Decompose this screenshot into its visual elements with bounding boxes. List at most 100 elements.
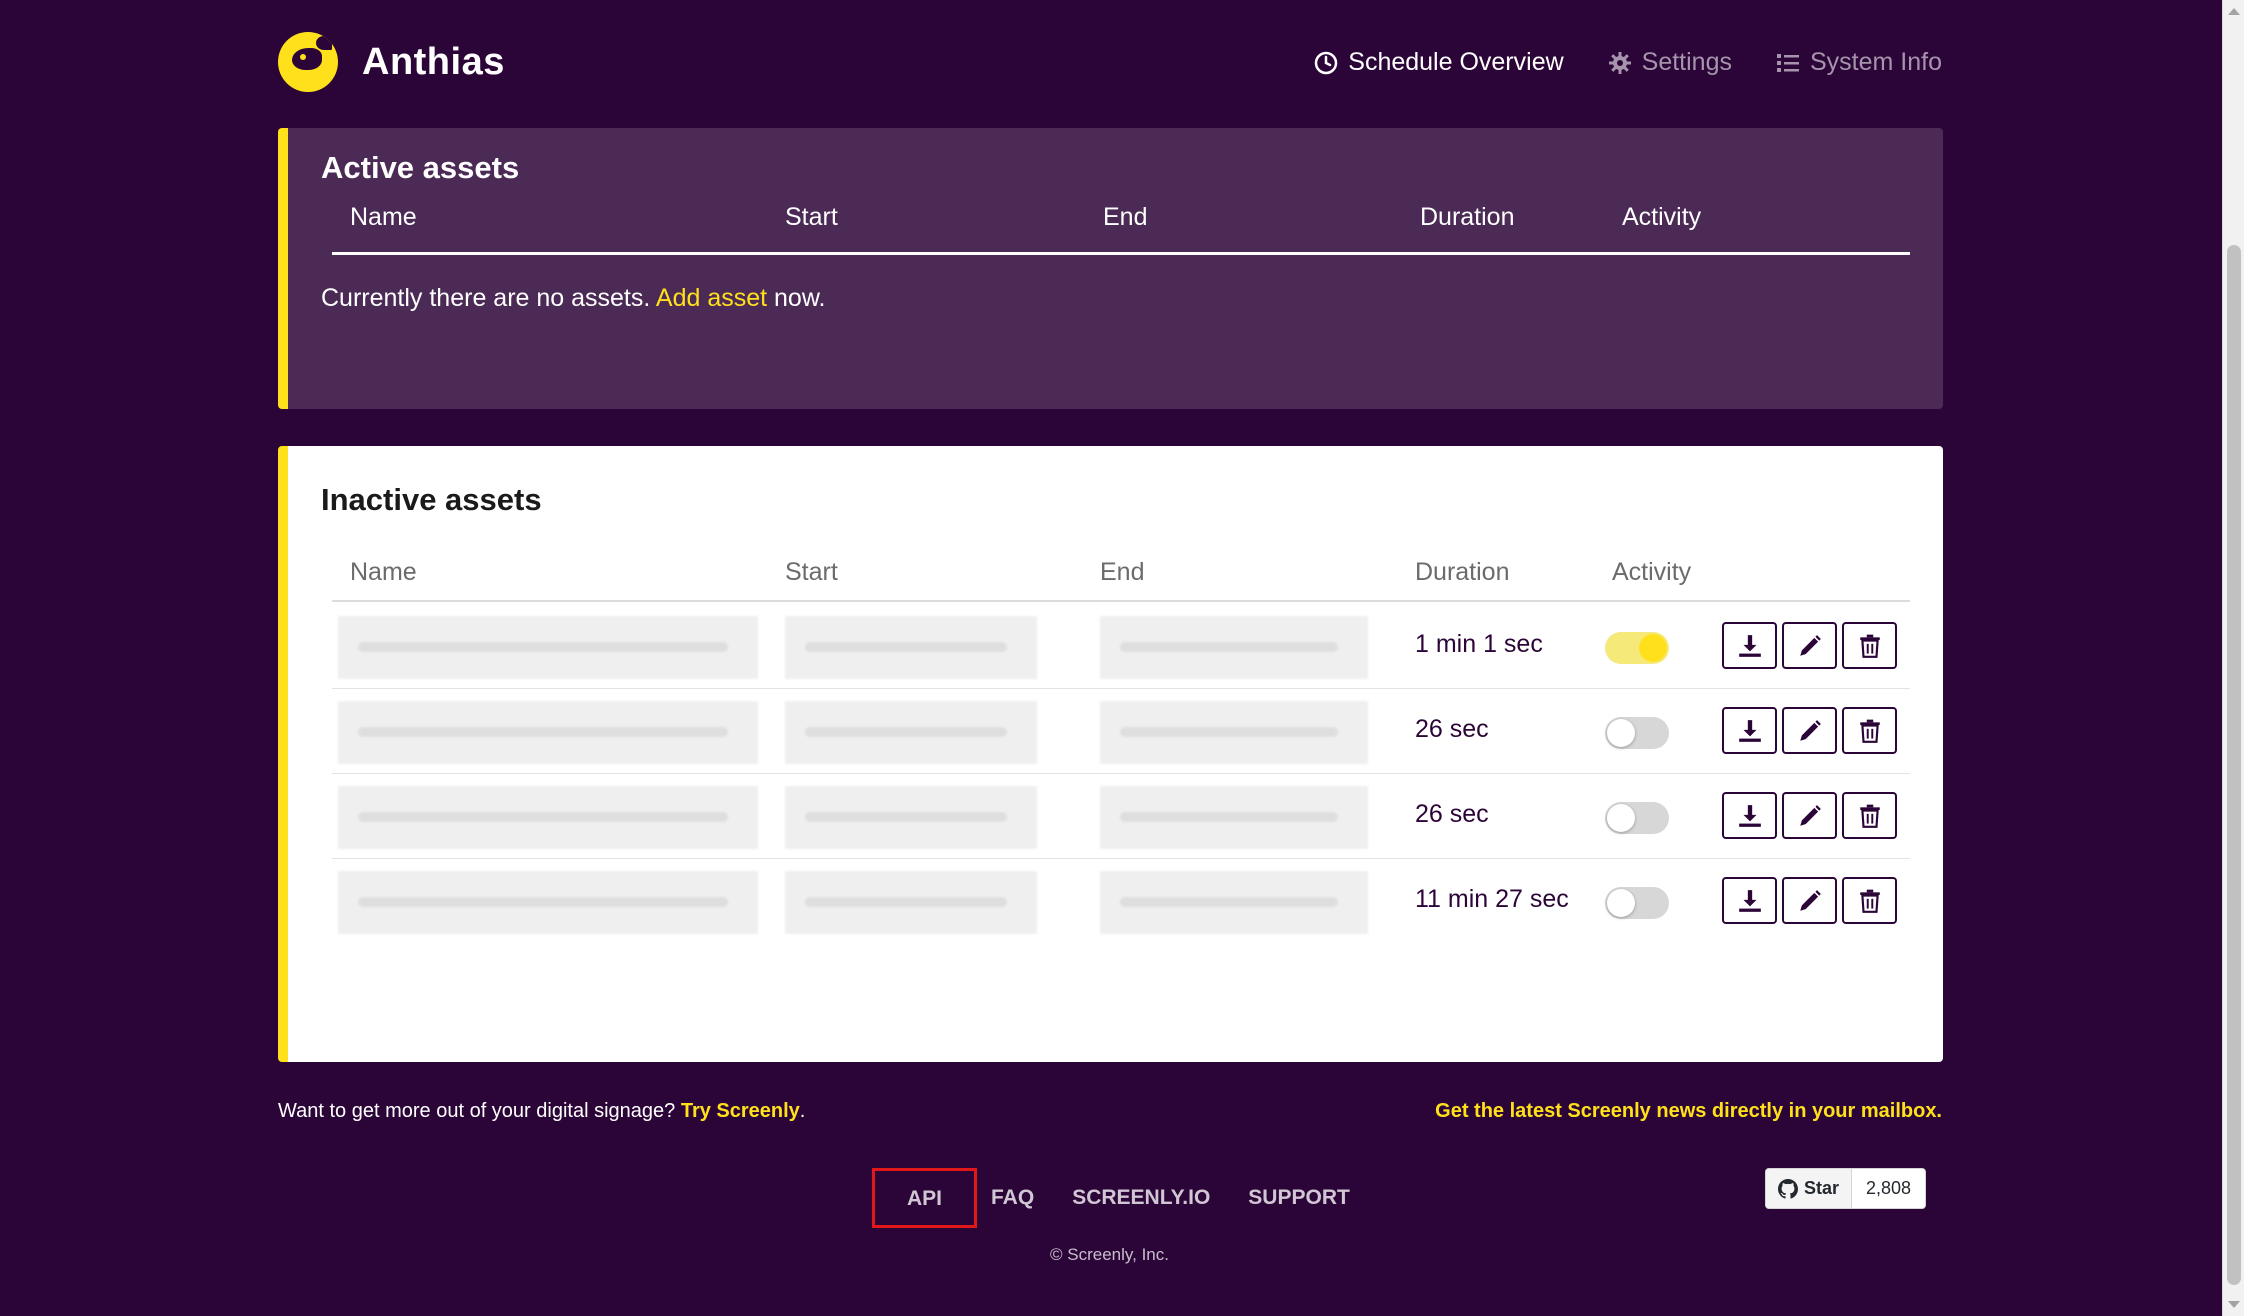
footer-promo-end: . (799, 1100, 806, 1122)
download-icon (1738, 889, 1761, 912)
download-icon (1738, 634, 1761, 657)
edit-button[interactable] (1782, 792, 1837, 839)
delete-button[interactable] (1842, 707, 1897, 754)
github-star-button[interactable]: Star (1766, 1169, 1853, 1208)
inactive-assets-table-header: Name Start End Duration Activity (332, 546, 1910, 602)
column-start: Start (785, 558, 838, 586)
active-assets-panel: Active assets Name Start End Duration Ac… (278, 128, 1943, 409)
column-name: Name (350, 558, 417, 586)
scroll-down-arrow-icon[interactable] (2228, 1301, 2240, 1308)
asset-start-redacted (785, 871, 1037, 934)
pencil-icon (1799, 719, 1821, 741)
asset-name-redacted (338, 786, 758, 849)
footer-link-screenly-io[interactable]: SCREENLY.IO (1072, 1186, 1210, 1210)
row-actions (1722, 622, 1902, 669)
app-logo[interactable]: Anthias (278, 32, 505, 92)
main-nav: Schedule Overview Settings System Info (1270, 48, 1942, 77)
asset-duration: 1 min 1 sec (1415, 630, 1543, 658)
scrollbar-thumb[interactable] (2227, 245, 2241, 1285)
trash-icon (1859, 634, 1880, 658)
pencil-icon (1799, 634, 1821, 656)
footer-link-api[interactable]: API (872, 1168, 978, 1228)
asset-name-redacted (338, 701, 758, 764)
activity-toggle[interactable] (1605, 632, 1669, 664)
asset-start-redacted (785, 616, 1037, 679)
clock-icon (1315, 51, 1338, 74)
asset-end-redacted (1100, 871, 1368, 934)
column-activity: Activity (1622, 203, 1702, 231)
asset-start-redacted (785, 701, 1037, 764)
footer-link-faq[interactable]: FAQ (991, 1186, 1034, 1210)
row-actions (1722, 877, 1902, 924)
trash-icon (1859, 719, 1880, 743)
active-assets-table-header: Name Start End Duration Activity (332, 203, 1910, 255)
table-row: 26 sec (332, 774, 1910, 859)
asset-end-redacted (1100, 786, 1368, 849)
newsletter-link[interactable]: Get the latest Screenly news directly in… (1435, 1100, 1942, 1123)
footer-link-support[interactable]: SUPPORT (1248, 1186, 1350, 1210)
list-icon (1777, 53, 1799, 72)
inactive-assets-title: Inactive assets (321, 482, 542, 517)
github-star-widget: Star 2,808 (1765, 1168, 1927, 1209)
column-end: End (1100, 558, 1145, 586)
edit-button[interactable] (1782, 622, 1837, 669)
row-actions (1722, 707, 1902, 754)
activity-toggle[interactable] (1605, 802, 1669, 834)
table-row: 11 min 27 sec (332, 859, 1910, 944)
trash-icon (1859, 804, 1880, 828)
download-button[interactable] (1722, 877, 1777, 924)
column-duration: Duration (1415, 558, 1510, 586)
asset-name-redacted (338, 871, 758, 934)
column-end: End (1103, 203, 1148, 231)
column-duration: Duration (1420, 203, 1515, 231)
no-assets-suffix: now. (767, 284, 826, 312)
table-row: 26 sec (332, 689, 1910, 774)
footer-links: API FAQ SCREENLY.IO SUPPORT (872, 1168, 1388, 1228)
download-button[interactable] (1722, 622, 1777, 669)
column-start: Start (785, 203, 838, 231)
gear-icon (1608, 51, 1631, 74)
column-activity: Activity (1612, 558, 1692, 586)
table-row: 1 min 1 sec (332, 604, 1910, 689)
nav-system-info-label: System Info (1810, 48, 1942, 76)
edit-button[interactable] (1782, 877, 1837, 924)
copyright: © Screenly, Inc. (1050, 1245, 1169, 1264)
app-name: Anthias (362, 40, 505, 83)
activity-toggle[interactable] (1605, 887, 1669, 919)
asset-end-redacted (1100, 616, 1368, 679)
edit-button[interactable] (1782, 707, 1837, 754)
column-name: Name (350, 203, 417, 231)
nav-system-info[interactable]: System Info (1776, 48, 1942, 77)
page-scrollbar[interactable] (2222, 0, 2244, 1316)
row-actions (1722, 792, 1902, 839)
trash-icon (1859, 889, 1880, 913)
asset-name-redacted (338, 616, 758, 679)
nav-schedule-overview[interactable]: Schedule Overview (1314, 48, 1564, 77)
activity-toggle[interactable] (1605, 717, 1669, 749)
pencil-icon (1799, 804, 1821, 826)
try-screenly-link[interactable]: Try Screenly (681, 1100, 800, 1122)
inactive-assets-panel: Inactive assets Name Start End Duration … (278, 446, 1943, 1062)
github-star-label: Star (1804, 1178, 1840, 1198)
asset-end-redacted (1100, 701, 1368, 764)
scroll-up-arrow-icon[interactable] (2228, 8, 2240, 15)
no-assets-text: Currently there are no assets. (321, 284, 656, 312)
github-star-count[interactable]: 2,808 (1852, 1169, 1926, 1208)
download-button[interactable] (1722, 792, 1777, 839)
download-icon (1738, 804, 1761, 827)
delete-button[interactable] (1842, 877, 1897, 924)
delete-button[interactable] (1842, 622, 1897, 669)
nav-settings[interactable]: Settings (1608, 48, 1732, 77)
asset-duration: 26 sec (1415, 800, 1489, 828)
nav-settings-label: Settings (1641, 48, 1732, 76)
active-assets-title: Active assets (321, 150, 520, 185)
no-assets-message: Currently there are no assets. Add asset… (321, 284, 825, 313)
footer-promo: Want to get more out of your digital sig… (278, 1100, 805, 1123)
delete-button[interactable] (1842, 792, 1897, 839)
nav-schedule-overview-label: Schedule Overview (1348, 48, 1564, 76)
add-asset-link[interactable]: Add asset (656, 284, 767, 312)
github-icon (1778, 1178, 1798, 1199)
asset-duration: 11 min 27 sec (1415, 885, 1569, 913)
download-button[interactable] (1722, 707, 1777, 754)
download-icon (1738, 719, 1761, 742)
